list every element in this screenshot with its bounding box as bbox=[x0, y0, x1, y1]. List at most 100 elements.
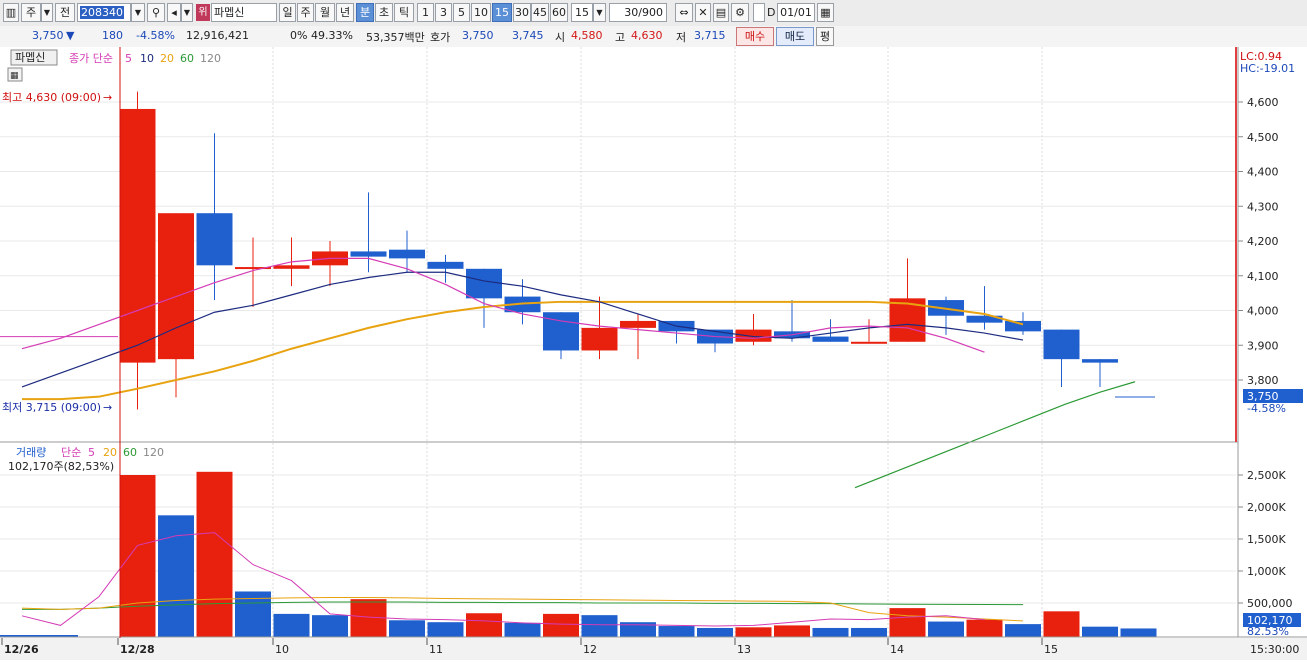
price-change: 180 bbox=[102, 29, 123, 42]
date-field[interactable]: 01/01 bbox=[777, 3, 815, 22]
volume-bar bbox=[196, 471, 233, 637]
count-field[interactable]: 30/900 bbox=[609, 3, 667, 22]
calendar-icon[interactable]: ▦ bbox=[817, 3, 834, 22]
volume-ma-5: 5 bbox=[88, 446, 95, 459]
volume-value: 12,916,421 bbox=[186, 29, 249, 42]
candle-body bbox=[735, 329, 772, 342]
volume-bar bbox=[658, 626, 695, 637]
price-tick-label: 4,000 bbox=[1247, 305, 1279, 318]
current-rate-tag: -4.58% bbox=[1247, 402, 1286, 415]
ask-price-2: 3,745 bbox=[512, 29, 544, 42]
candle-body bbox=[273, 265, 310, 269]
volume-bar bbox=[697, 627, 733, 637]
period-year[interactable]: 년 bbox=[336, 3, 354, 22]
volume-bar bbox=[928, 621, 964, 637]
interval-1[interactable]: 1 bbox=[417, 3, 434, 22]
volume-ma-120: 120 bbox=[143, 446, 164, 459]
candle-body bbox=[620, 320, 656, 328]
period-day[interactable]: 일 bbox=[279, 3, 296, 22]
interval-input[interactable]: 15 bbox=[571, 3, 593, 22]
interval-5[interactable]: 5 bbox=[453, 3, 470, 22]
zoom-icon[interactable]: ⇔ bbox=[675, 3, 693, 22]
price-ma-20: 20 bbox=[160, 52, 174, 65]
candle-body bbox=[196, 213, 233, 266]
price-tick-label: 4,400 bbox=[1247, 166, 1279, 179]
interval-10[interactable]: 10 bbox=[471, 3, 491, 22]
price-tick-label: 4,500 bbox=[1247, 131, 1279, 144]
candle-body bbox=[812, 336, 849, 342]
crosshair-icon[interactable]: ✕ bbox=[695, 3, 711, 22]
x-tick-label: 13 bbox=[737, 643, 751, 656]
period-month[interactable]: 월 bbox=[315, 3, 335, 22]
volume-bar bbox=[273, 613, 310, 637]
volume-bar bbox=[158, 515, 194, 637]
interval-45[interactable]: 45 bbox=[531, 3, 549, 22]
stock-name-field[interactable]: 파멥신 bbox=[211, 3, 277, 22]
sell-button[interactable]: 매도 bbox=[776, 27, 814, 46]
buy-button[interactable]: 매수 bbox=[736, 27, 774, 46]
interval-dropdown-icon[interactable]: ▼ bbox=[593, 3, 606, 22]
price-tick-label: 4,600 bbox=[1247, 96, 1279, 109]
period-week[interactable]: 주 bbox=[297, 3, 314, 22]
volume-tick-label: 2,500K bbox=[1247, 469, 1286, 482]
candle-body bbox=[1043, 329, 1080, 360]
period-tick[interactable]: 틱 bbox=[394, 3, 414, 22]
price-rate: -4.58% bbox=[136, 29, 175, 42]
date-checkbox[interactable] bbox=[753, 3, 765, 22]
interval-60[interactable]: 60 bbox=[550, 3, 568, 22]
candle-body bbox=[581, 327, 618, 351]
volume-ma-20: 20 bbox=[103, 446, 117, 459]
volume-bar bbox=[1082, 626, 1118, 637]
search-icon[interactable]: ⚲ bbox=[147, 3, 165, 22]
candle-body bbox=[466, 268, 502, 299]
candle-body bbox=[427, 261, 464, 269]
checkbox-label: D bbox=[767, 6, 776, 19]
open-price: 4,580 bbox=[571, 29, 603, 42]
hc-label: HC:-19.01 bbox=[1240, 62, 1295, 75]
save-icon[interactable]: ▤ bbox=[713, 3, 729, 22]
price-tick-label: 3,800 bbox=[1247, 374, 1279, 387]
stock-code-input[interactable]: 208340 bbox=[77, 3, 131, 22]
low-marker-arrow: → bbox=[103, 401, 112, 414]
market-select[interactable]: 주 bbox=[21, 3, 41, 22]
stock-code-value: 208340 bbox=[80, 6, 124, 19]
x-tick-label: 10 bbox=[275, 643, 289, 656]
average-button[interactable]: 평 bbox=[816, 27, 834, 46]
high-marker-arrow: → bbox=[103, 91, 112, 104]
volume-ratio: 0% 49.33% bbox=[290, 29, 353, 42]
down-arrow-icon: ▼ bbox=[66, 29, 75, 42]
volume-tick-label: 1,500K bbox=[1247, 533, 1286, 546]
interval-3[interactable]: 3 bbox=[435, 3, 452, 22]
ask-price-1: 3,750 bbox=[462, 29, 494, 42]
high-label: 고 bbox=[615, 31, 626, 44]
volume-bar bbox=[1005, 624, 1041, 637]
price-ma-120: 120 bbox=[200, 52, 221, 65]
low-price: 3,715 bbox=[694, 29, 726, 42]
period-second[interactable]: 초 bbox=[375, 3, 393, 22]
prev-button[interactable]: 전 bbox=[55, 3, 75, 22]
interval-30[interactable]: 30 bbox=[513, 3, 531, 22]
open-label: 시 bbox=[555, 31, 566, 44]
price-ma-prefix: 종가 단순 bbox=[69, 52, 113, 65]
price-ma-10: 10 bbox=[140, 52, 154, 65]
volume-ma-60: 60 bbox=[123, 446, 137, 459]
chart-type-icon[interactable]: ▥ bbox=[3, 3, 19, 22]
current-volume-ratio: 82.53% bbox=[1247, 625, 1289, 638]
speaker-icon[interactable]: ◂ bbox=[167, 3, 181, 22]
price-tick-label: 3,900 bbox=[1247, 339, 1279, 352]
speaker-dropdown-icon[interactable]: ▼ bbox=[181, 3, 193, 22]
stock-chart-svg[interactable]: 파멥신 종가 단순 5 10 20 60 120 ▦ LC:0.94 HC:-1… bbox=[0, 47, 1307, 660]
x-tick-label: 12/28 bbox=[120, 643, 155, 656]
candle-body bbox=[350, 251, 387, 257]
high-marker: 최고 4,630 (09:00) bbox=[2, 91, 101, 104]
interval-15[interactable]: 15 bbox=[492, 3, 512, 22]
period-minute[interactable]: 분 bbox=[356, 3, 374, 22]
gear-icon[interactable]: ⚙ bbox=[731, 3, 749, 22]
price-tick-label: 4,100 bbox=[1247, 270, 1279, 283]
market-dropdown-icon[interactable]: ▼ bbox=[41, 3, 53, 22]
x-axis-time: 15:30:00 bbox=[1250, 643, 1299, 656]
volume-bar bbox=[1043, 611, 1080, 637]
volume-bar bbox=[312, 615, 348, 637]
chart-area[interactable]: 파멥신 종가 단순 5 10 20 60 120 ▦ LC:0.94 HC:-1… bbox=[0, 47, 1307, 660]
code-dropdown-icon[interactable]: ▼ bbox=[131, 3, 145, 22]
